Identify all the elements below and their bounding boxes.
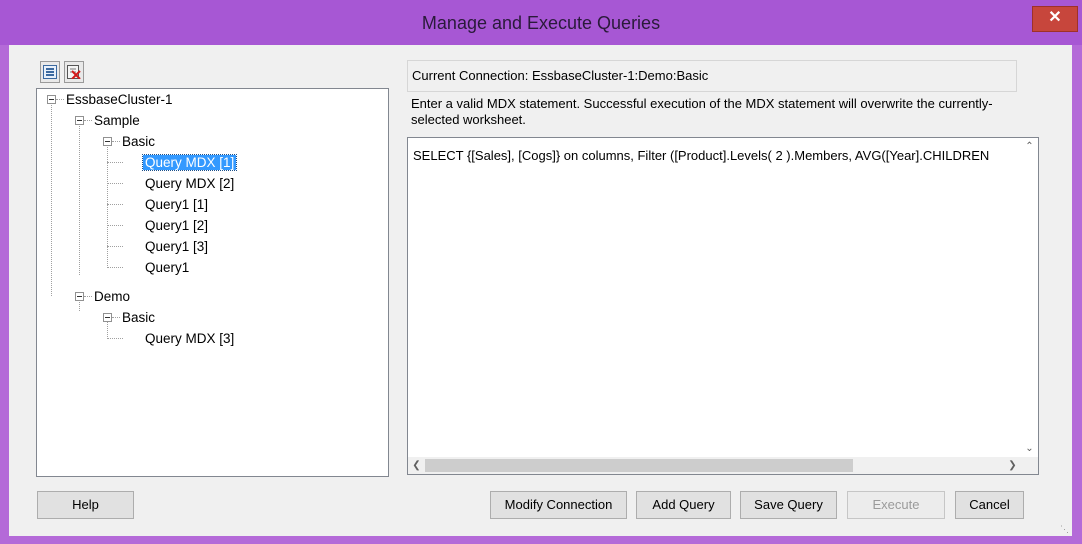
- horizontal-scrollbar[interactable]: ❮ ❯: [408, 457, 1021, 474]
- save-query-button[interactable]: Save Query: [740, 491, 837, 519]
- dialog-window: Manage and Execute Queries ✕ EssbaseClus…: [0, 0, 1082, 544]
- horizontal-scroll-thumb[interactable]: [425, 459, 853, 472]
- scroll-left-icon[interactable]: ❮: [408, 457, 425, 474]
- scroll-down-icon[interactable]: ⌄: [1021, 440, 1038, 457]
- vertical-scrollbar[interactable]: ⌃ ⌄: [1021, 138, 1038, 457]
- scrollbar-corner: [1021, 457, 1038, 474]
- tree-connector: [107, 267, 123, 268]
- close-button[interactable]: ✕: [1032, 6, 1078, 32]
- query-tree[interactable]: EssbaseCluster-1 Sample Basic Query MDX …: [36, 88, 389, 477]
- tree-connector: [107, 246, 123, 247]
- collapse-toggle-icon[interactable]: [75, 292, 84, 301]
- tree-node-app-sample[interactable]: Sample: [92, 111, 142, 130]
- add-query-button[interactable]: Add Query: [636, 491, 731, 519]
- tree-node-query[interactable]: Query1 [2]: [143, 216, 210, 235]
- tree-connector: [107, 225, 123, 226]
- tree-connector: [79, 124, 80, 275]
- dialog-title: Manage and Execute Queries: [421, 13, 661, 33]
- tree-node-label: Query1 [2]: [145, 218, 209, 233]
- tree-node-cluster[interactable]: EssbaseCluster-1: [64, 90, 175, 109]
- tree-view-button[interactable]: [40, 61, 60, 83]
- tree-connector: [107, 183, 123, 184]
- tree-node-label: Basic: [122, 310, 156, 325]
- tree-node-label: Query MDX [2]: [145, 176, 235, 191]
- delete-query-button[interactable]: [64, 61, 84, 83]
- tree-node-db-sample-basic[interactable]: Basic: [120, 132, 157, 151]
- tree-node-label: Basic: [122, 134, 156, 149]
- tree-connector: [107, 204, 123, 205]
- help-button[interactable]: Help: [37, 491, 134, 519]
- mdx-query-text[interactable]: SELECT {[Sales], [Cogs]} on columns, Fil…: [413, 148, 1021, 163]
- tree-connector: [112, 141, 120, 142]
- delete-query-icon: [67, 65, 81, 79]
- cancel-button[interactable]: Cancel: [955, 491, 1024, 519]
- collapse-toggle-icon[interactable]: [47, 95, 56, 104]
- tree-connector: [112, 317, 120, 318]
- dialog-client-area: EssbaseCluster-1 Sample Basic Query MDX …: [9, 45, 1072, 536]
- resize-grip-icon[interactable]: ⋱: [1060, 524, 1070, 534]
- scroll-right-icon[interactable]: ❯: [1004, 457, 1021, 474]
- tree-node-db-demo-basic[interactable]: Basic: [120, 308, 157, 327]
- execute-button[interactable]: Execute: [847, 491, 945, 519]
- tree-node-query[interactable]: Query1: [143, 258, 191, 277]
- tree-node-query[interactable]: Query MDX [1]: [141, 153, 238, 172]
- tree-node-label: Query1: [145, 260, 190, 275]
- tree-node-app-demo[interactable]: Demo: [92, 287, 132, 306]
- tree-connector: [84, 120, 92, 121]
- instruction-text: Enter a valid MDX statement. Successful …: [411, 96, 993, 127]
- tree-node-label: Sample: [94, 113, 140, 128]
- tree-node-query[interactable]: Query1 [1]: [143, 195, 210, 214]
- tree-view-icon: [43, 65, 57, 79]
- collapse-toggle-icon[interactable]: [103, 313, 112, 322]
- tree-node-query[interactable]: Query1 [3]: [143, 237, 210, 256]
- title-bar[interactable]: Manage and Execute Queries ✕: [0, 0, 1082, 45]
- modify-connection-button[interactable]: Modify Connection: [490, 491, 627, 519]
- tree-node-label: Query MDX [3]: [145, 331, 235, 346]
- tree-connector: [107, 145, 108, 268]
- tree-node-label: Query1 [3]: [145, 239, 209, 254]
- tree-connector: [56, 99, 64, 100]
- tree-node-query[interactable]: Query MDX [2]: [143, 174, 236, 193]
- tree-node-label: EssbaseCluster-1: [66, 92, 173, 107]
- tree-connector: [51, 103, 52, 296]
- tree-node-label: Query1 [1]: [145, 197, 209, 212]
- collapse-toggle-icon[interactable]: [103, 137, 112, 146]
- tree-node-label: Demo: [94, 289, 131, 304]
- tree-connector: [84, 296, 92, 297]
- tree-node-label-selected: Query MDX [1]: [141, 154, 238, 171]
- tree-node-query[interactable]: Query MDX [3]: [143, 329, 236, 348]
- mdx-query-editor[interactable]: SELECT {[Sales], [Cogs]} on columns, Fil…: [407, 137, 1039, 475]
- tree-connector: [107, 162, 123, 163]
- scroll-up-icon[interactable]: ⌃: [1021, 138, 1038, 155]
- tree-connector: [107, 338, 123, 339]
- collapse-toggle-icon[interactable]: [75, 116, 84, 125]
- current-connection-label: Current Connection: EssbaseCluster-1:Dem…: [407, 60, 1017, 92]
